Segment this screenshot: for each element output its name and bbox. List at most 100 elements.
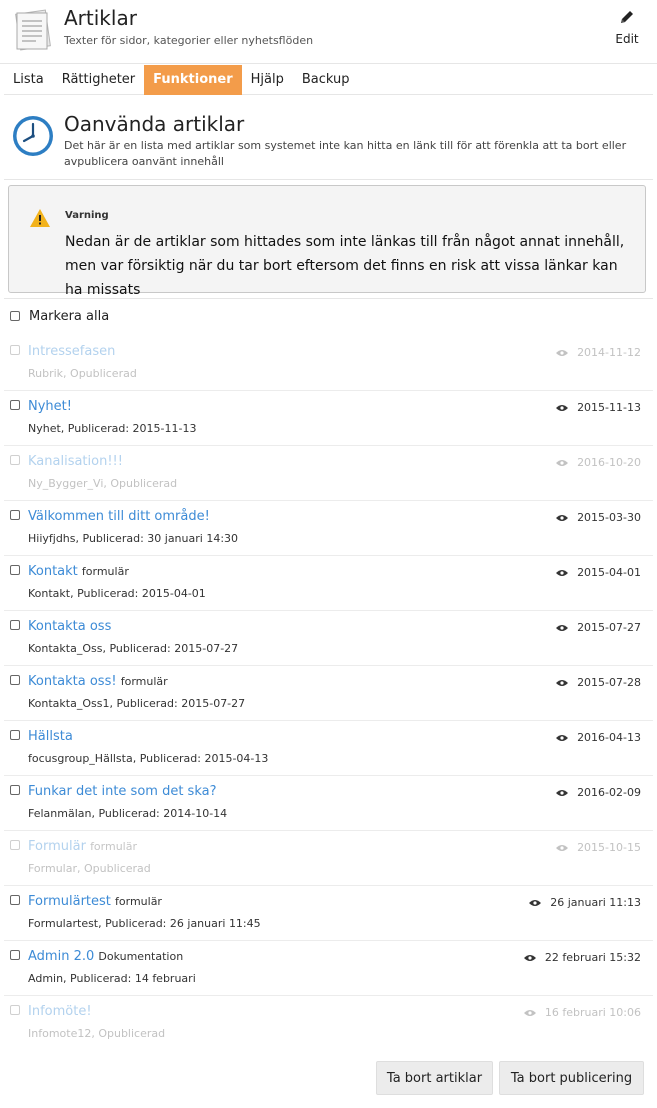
- tab-funktioner[interactable]: Funktioner: [144, 65, 242, 95]
- list-item: Kontakt formulär Kontakt, Publicerad: 20…: [4, 556, 653, 611]
- document-stack-icon: [15, 9, 51, 51]
- section-title: Oanvända artiklar: [64, 112, 245, 136]
- list-item: Funkar det inte som det ska? Felanmälan,…: [4, 776, 653, 831]
- list-item: Admin 2.0 Dokumentation Admin, Publicera…: [4, 941, 653, 996]
- select-all-checkbox[interactable]: Markera alla: [10, 306, 109, 326]
- article-link[interactable]: Infomöte!: [28, 1004, 92, 1019]
- checkbox[interactable]: [10, 840, 20, 850]
- warning-box: Varning Nedan är de artiklar som hittade…: [8, 185, 646, 298]
- article-date: 2015-04-01: [577, 566, 641, 579]
- eye-icon[interactable]: [556, 514, 569, 522]
- pencil-icon: [621, 11, 633, 23]
- page-title: Artiklar: [64, 6, 137, 30]
- article-status: Admin, Publicerad: 14 februari: [28, 972, 196, 985]
- article-link[interactable]: Kontakta oss: [28, 619, 111, 634]
- checkbox[interactable]: [10, 895, 20, 905]
- list-item: Formulärtest formulär Formulartest, Publ…: [4, 886, 653, 941]
- divider: [4, 179, 653, 180]
- article-date: 2015-10-15: [577, 841, 641, 854]
- checkbox[interactable]: [10, 950, 20, 960]
- eye-icon[interactable]: [523, 954, 536, 962]
- warning-text: Nedan är de artiklar som hittades som in…: [65, 234, 625, 298]
- article-link[interactable]: Kontakt: [28, 564, 78, 579]
- checkbox[interactable]: [10, 730, 20, 740]
- list-item: Kanalisation!!! Ny_Bygger_Vi, Opublicera…: [4, 446, 653, 501]
- clock-icon: [13, 116, 53, 156]
- article-date: 16 februari 10:06: [544, 1006, 641, 1019]
- list-item: Infomöte! Infomote12, Opublicerad 16 feb…: [4, 996, 653, 1051]
- article-status: Formulartest, Publicerad: 26 januari 11:…: [28, 917, 261, 930]
- article-link[interactable]: Formulär: [28, 839, 86, 854]
- article-link[interactable]: Hällsta: [28, 729, 73, 744]
- article-link[interactable]: Formulärtest: [28, 894, 111, 909]
- eye-icon[interactable]: [556, 679, 569, 687]
- list-item: Intressefasen Rubrik, Opublicerad 2014-1…: [4, 336, 653, 391]
- article-status: Rubrik, Opublicerad: [28, 367, 137, 380]
- checkbox[interactable]: [10, 510, 20, 520]
- checkbox[interactable]: [10, 400, 20, 410]
- tab-backup[interactable]: Backup: [293, 65, 359, 95]
- eye-icon[interactable]: [556, 789, 569, 797]
- tab-lista[interactable]: Lista: [4, 65, 53, 95]
- article-link[interactable]: Välkommen till ditt område!: [28, 509, 210, 524]
- eye-icon[interactable]: [523, 1009, 536, 1017]
- edit-button[interactable]: Edit: [607, 6, 647, 54]
- eye-icon[interactable]: [556, 459, 569, 467]
- article-status: Kontakta_Oss1, Publicerad: 2015-07-27: [28, 697, 246, 710]
- delete-articles-button[interactable]: Ta bort artiklar: [376, 1061, 493, 1095]
- article-status: Hiiyfjdhs, Publicerad: 30 januari 14:30: [28, 532, 239, 545]
- article-date: 2016-02-09: [577, 786, 641, 799]
- article-link[interactable]: Kanalisation!!!: [28, 454, 123, 469]
- checkbox[interactable]: [10, 620, 20, 630]
- eye-icon[interactable]: [529, 899, 542, 907]
- article-tag: formulär: [120, 675, 168, 688]
- list-item: Kontakta oss Kontakta_Oss, Publicerad: 2…: [4, 611, 653, 666]
- article-tag: Dokumentation: [98, 950, 184, 963]
- checkbox[interactable]: [10, 565, 20, 575]
- edit-label: Edit: [615, 32, 639, 46]
- article-date: 2016-10-20: [577, 456, 641, 469]
- article-status: Nyhet, Publicerad: 2015-11-13: [28, 422, 197, 435]
- checkbox[interactable]: [10, 1005, 20, 1015]
- eye-icon[interactable]: [556, 404, 569, 412]
- list-item: Formulär formulär Formular, Opublicerad …: [4, 831, 653, 886]
- article-link[interactable]: Funkar det inte som det ska?: [28, 784, 217, 799]
- article-tag: formulär: [81, 565, 129, 578]
- article-date: 26 januari 11:13: [550, 896, 641, 909]
- checkbox[interactable]: [10, 675, 20, 685]
- article-link[interactable]: Kontakta oss!: [28, 674, 117, 689]
- page-header: Artiklar Texter för sidor, kategorier el…: [0, 0, 657, 64]
- select-all-label: Markera alla: [29, 308, 110, 324]
- article-date: 2015-03-30: [577, 511, 641, 524]
- eye-icon[interactable]: [556, 349, 569, 357]
- article-link[interactable]: Nyhet!: [28, 399, 72, 414]
- checkbox[interactable]: [10, 311, 20, 321]
- article-date: 2015-11-13: [577, 401, 641, 414]
- eye-icon[interactable]: [556, 844, 569, 852]
- eye-icon[interactable]: [556, 569, 569, 577]
- article-status: Infomote12, Opublicerad: [28, 1027, 166, 1040]
- list-item: Kontakta oss! formulär Kontakta_Oss1, Pu…: [4, 666, 653, 721]
- article-link[interactable]: Admin 2.0: [28, 949, 94, 964]
- article-tag: formulär: [90, 840, 138, 853]
- article-date: 2014-11-12: [577, 346, 641, 359]
- tab-rattigheter[interactable]: Rättigheter: [53, 65, 144, 95]
- list-item: Välkommen till ditt område! Hiiyfjdhs, P…: [4, 501, 653, 556]
- page-subtitle: Texter för sidor, kategorier eller nyhet…: [64, 34, 314, 47]
- article-link[interactable]: Intressefasen: [28, 344, 115, 359]
- warning-title: Varning: [65, 210, 109, 221]
- eye-icon[interactable]: [556, 734, 569, 742]
- article-tag: formulär: [115, 895, 162, 908]
- article-date: 22 februari 15:32: [544, 951, 641, 964]
- article-status: Formular, Opublicerad: [28, 862, 151, 875]
- checkbox[interactable]: [10, 785, 20, 795]
- article-status: focusgroup_Hällsta, Publicerad: 2015-04-…: [28, 752, 269, 765]
- unpublish-button[interactable]: Ta bort publicering: [499, 1061, 644, 1095]
- eye-icon[interactable]: [556, 624, 569, 632]
- article-list: Intressefasen Rubrik, Opublicerad 2014-1…: [4, 336, 653, 1051]
- checkbox[interactable]: [10, 455, 20, 465]
- article-status: Felanmälan, Publicerad: 2014-10-14: [28, 807, 228, 820]
- tab-hjalp[interactable]: Hjälp: [242, 65, 293, 95]
- checkbox[interactable]: [10, 345, 20, 355]
- article-date: 2016-04-13: [577, 731, 641, 744]
